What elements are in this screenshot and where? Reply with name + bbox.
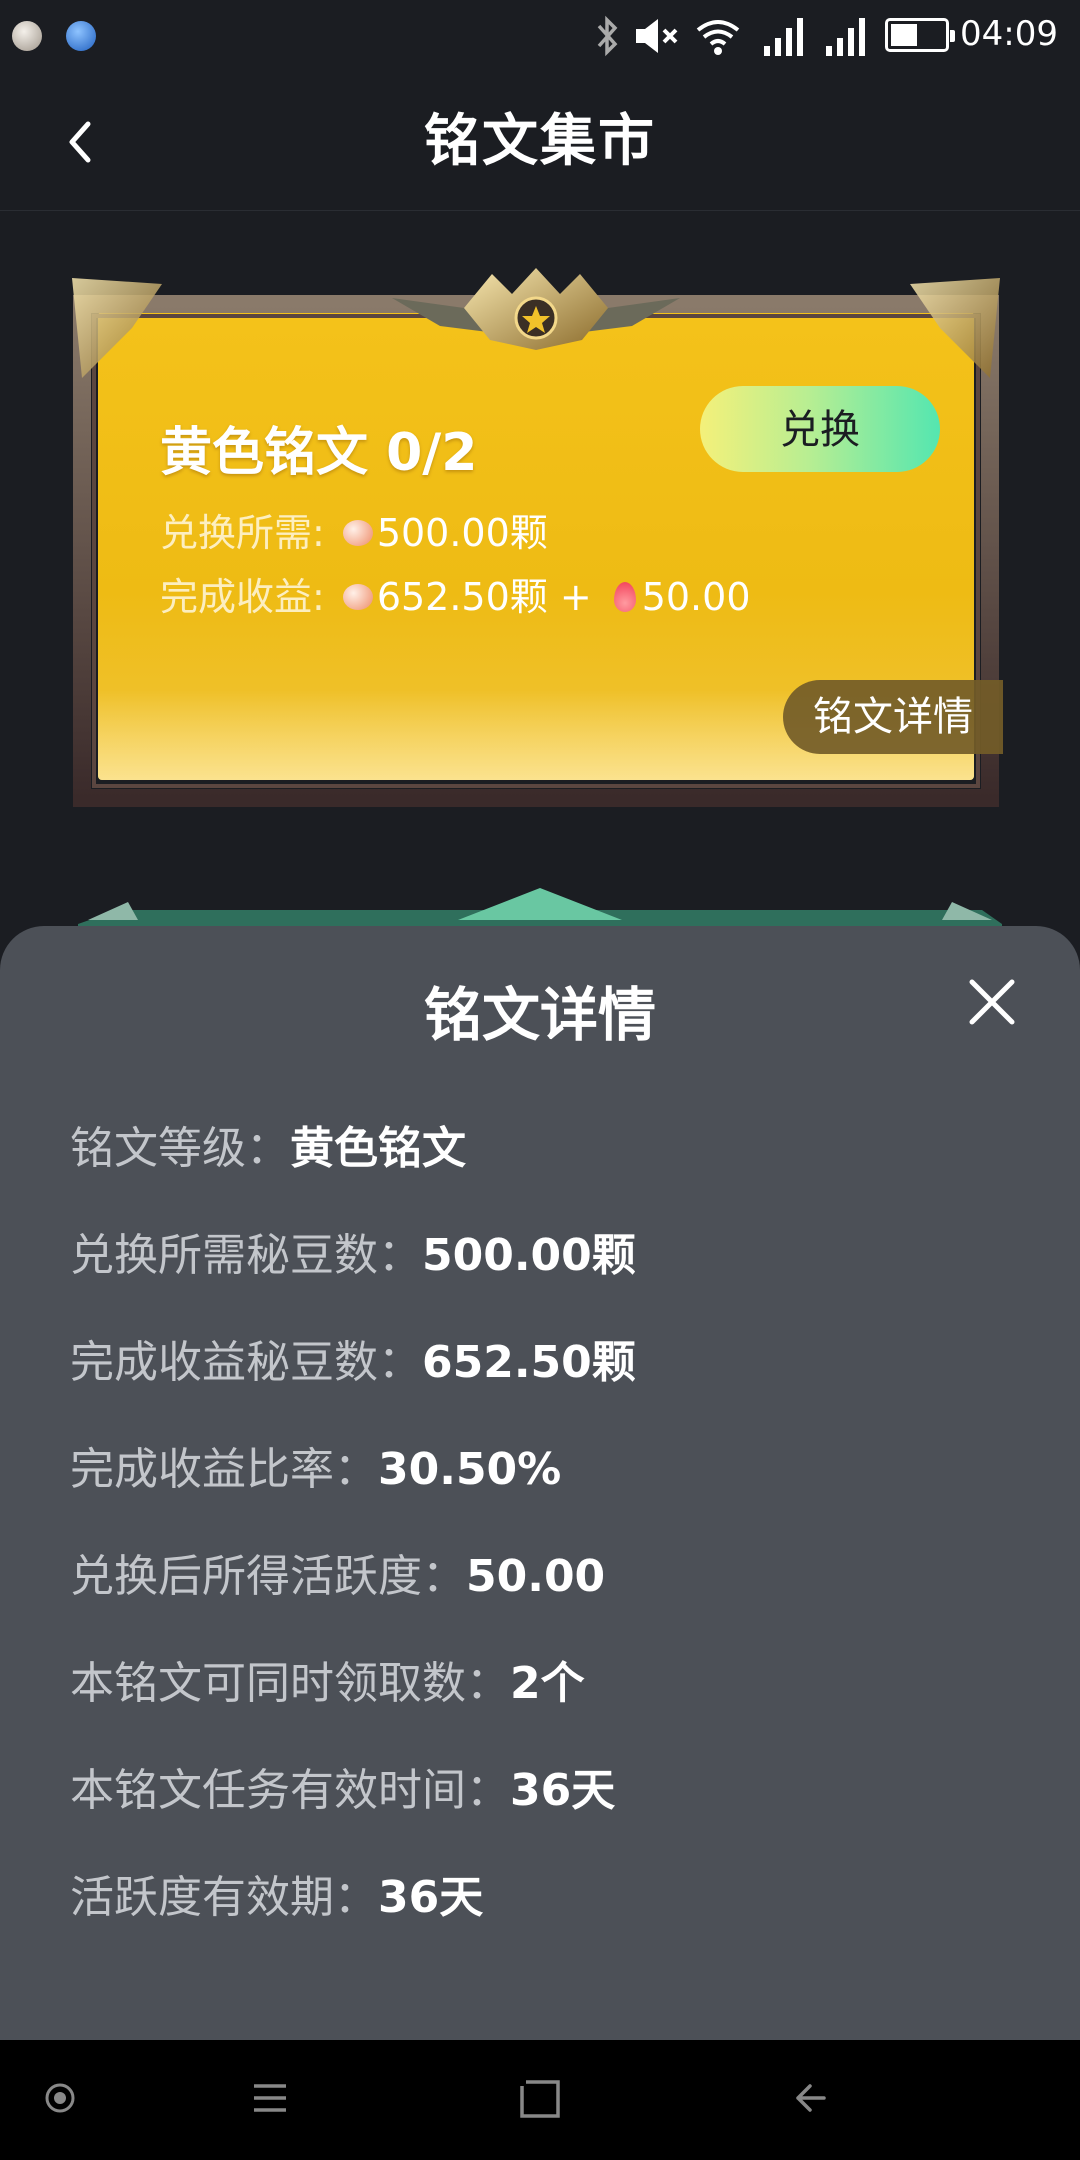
detail-row-reward: 完成收益秘豆数：652.50颗 [70,1326,636,1390]
detail-label: 完成收益秘豆数： [70,1337,422,1388]
detail-row-cost: 兑换所需秘豆数：500.00颗 [70,1219,636,1283]
bean-icon [342,583,373,610]
status-bar: 04:09 [0,0,1080,72]
detail-value: 36天 [378,1872,484,1923]
detail-row-count: 本铭文可同时领取数：2个 [70,1647,585,1711]
reward-label: 完成收益: [160,575,325,619]
status-time: 04:09 [960,14,1058,54]
card-title: 黄色铭文 0/2 [160,423,478,483]
detail-label: 完成收益比率： [70,1444,378,1495]
bluetooth-icon [597,15,618,57]
bean-icon [342,519,373,546]
back-arrow-icon[interactable] [790,2080,830,2116]
detail-label: 兑换后所得活跃度： [70,1551,466,1602]
circle-icon[interactable] [42,2080,78,2116]
close-icon[interactable] [964,974,1020,1030]
detail-row-activity: 兑换后所得活跃度：50.00 [70,1540,605,1604]
page-title: 铭文集市 [424,109,656,174]
exchange-button[interactable]: 兑换 [700,386,940,472]
detail-value: 36天 [510,1765,616,1816]
detail-label: 本铭文任务有效时间： [70,1765,510,1816]
detail-row-activity-validity: 活跃度有效期：36天 [70,1861,483,1925]
activity-value: 50.00 [641,575,751,619]
detail-value: 2个 [510,1658,585,1709]
reward-row: 完成收益: 652.50颗 + 50.00 [160,566,751,621]
cost-label: 兑换所需: [160,511,325,555]
wifi-icon [696,20,740,55]
detail-value: 500.00颗 [422,1230,636,1281]
reward-value: 652.50颗 + [376,575,592,619]
signal-icon [826,18,865,56]
flame-icon [613,581,636,612]
signal-icon [764,18,803,56]
detail-row-rate: 完成收益比率：30.50% [70,1433,561,1497]
detail-value: 黄色铭文 [290,1123,466,1174]
detail-label: 兑换所需秘豆数： [70,1230,422,1281]
detail-row-level: 铭文等级：黄色铭文 [70,1112,466,1176]
detail-label: 活跃度有效期： [70,1872,378,1923]
detail-value: 50.00 [466,1551,606,1602]
detail-label: 铭文等级： [70,1123,290,1174]
square-icon[interactable] [518,2078,562,2120]
cost-value: 500.00颗 [376,511,548,555]
detail-value: 30.50% [378,1444,562,1495]
cost-row: 兑换所需: 500.00颗 [160,502,548,557]
inscription-detail-button[interactable]: 铭文详情 [783,680,1003,754]
detail-label: 本铭文可同时领取数： [70,1658,510,1709]
notification-dot-icon [12,21,42,51]
system-nav-bar [0,2040,1080,2160]
detail-value: 652.50颗 [422,1337,636,1388]
sheet-title: 铭文详情 [423,981,656,1049]
detail-row-task-duration: 本铭文任务有效时间：36天 [70,1754,615,1818]
muted-icon [636,19,678,53]
battery-icon [885,18,955,52]
menu-icon[interactable] [250,2080,290,2116]
notification-dot-icon [66,21,96,51]
